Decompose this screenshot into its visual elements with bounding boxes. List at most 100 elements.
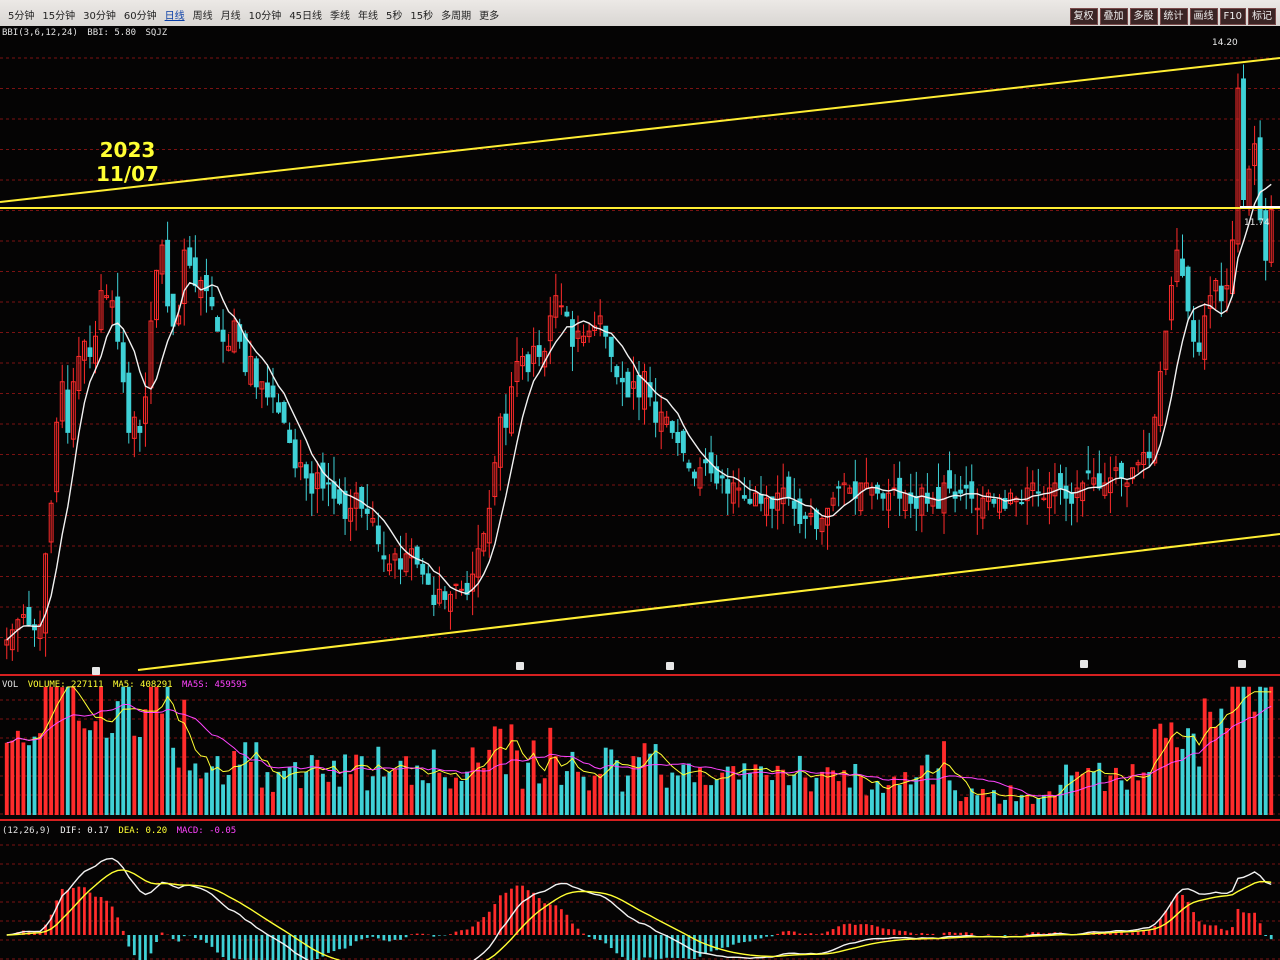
- macd-dea: DEA: 0.20: [118, 826, 168, 836]
- event-marker[interactable]: [1080, 660, 1088, 668]
- volume-bar: [271, 791, 275, 815]
- volume-bar: [503, 774, 508, 815]
- volume-bar: [725, 766, 730, 815]
- volume-bar: [897, 785, 902, 815]
- candle-body: [414, 546, 420, 565]
- volume-bar: [259, 787, 264, 815]
- candle-body: [758, 493, 764, 504]
- volume-bar: [387, 772, 392, 815]
- volume-bar: [1202, 698, 1207, 815]
- volume-bar: [820, 771, 824, 815]
- volume-bar: [1058, 784, 1063, 815]
- vol-volume: VOLUME: 227111: [27, 680, 104, 690]
- candle-body: [26, 607, 32, 626]
- candle-body: [791, 500, 797, 509]
- volume-bar: [4, 742, 9, 815]
- volume-bar: [221, 784, 226, 815]
- volume-bar: [637, 757, 641, 815]
- volume-bar: [1247, 686, 1251, 815]
- volume-bar: [165, 686, 170, 815]
- volume-bar: [1252, 711, 1257, 815]
- event-marker[interactable]: [1238, 660, 1246, 668]
- candle-body: [536, 345, 542, 357]
- volume-bar: [686, 763, 691, 815]
- volume-bar: [10, 740, 15, 815]
- volume-bar: [470, 747, 475, 815]
- volume-bar: [1025, 795, 1030, 815]
- candle-body: [420, 563, 426, 575]
- macd-legend: (12,26,9) DIF: 0.17 DEA: 0.20 MACD: -0.0…: [2, 826, 240, 836]
- volume-bar: [149, 686, 153, 815]
- candle-body: [897, 477, 903, 499]
- volume-bar: [892, 776, 897, 815]
- volume-bar: [991, 790, 996, 815]
- volume-bar: [620, 791, 625, 815]
- candle-body: [398, 558, 403, 570]
- volume-bar: [1119, 780, 1124, 815]
- volume-bar: [581, 776, 586, 815]
- candle-body: [165, 239, 171, 307]
- volume-bar: [27, 745, 31, 815]
- volume-bars: [4, 686, 1274, 815]
- volume-bar: [797, 755, 802, 815]
- volume-bar: [415, 765, 420, 815]
- volume-bar: [803, 777, 808, 815]
- volume-bar: [703, 784, 708, 815]
- volume-bar: [759, 766, 763, 815]
- volume-bar: [1175, 747, 1179, 815]
- volume-bar: [88, 730, 92, 815]
- volume-bar: [1136, 780, 1141, 815]
- volume-bar: [82, 728, 87, 815]
- volume-bar: [160, 713, 164, 815]
- volume-bar: [243, 742, 248, 815]
- volume-bar: [1019, 795, 1024, 815]
- volume-bar: [814, 777, 819, 815]
- volume-bar: [670, 772, 675, 815]
- volume-bar: [986, 797, 991, 815]
- volume-bar: [847, 787, 852, 815]
- volume-bar: [93, 721, 98, 815]
- volume-bar: [875, 781, 880, 815]
- volume-bar: [143, 709, 148, 815]
- volume-bar: [537, 783, 542, 815]
- volume-bar: [548, 727, 553, 815]
- volume-bar: [975, 795, 980, 815]
- bbi-extra: SQJZ: [145, 28, 168, 38]
- candle-body: [220, 329, 226, 342]
- candle-body: [747, 498, 753, 504]
- candle-body: [969, 481, 975, 499]
- volume-bar: [1091, 771, 1096, 815]
- candle-body: [503, 413, 509, 428]
- volume-bar: [631, 756, 636, 815]
- volume-bar: [332, 760, 336, 815]
- candle-body: [375, 525, 381, 545]
- volume-bar: [15, 730, 20, 815]
- volume-bar: [886, 785, 891, 815]
- volume-bar: [1197, 766, 1202, 815]
- volume-bar: [71, 686, 76, 815]
- volume-bar: [1141, 772, 1146, 815]
- vol-name: VOL: [2, 680, 19, 690]
- event-marker[interactable]: [516, 662, 524, 670]
- volume-bar: [614, 760, 619, 815]
- candle-body: [431, 594, 437, 606]
- candle-body: [209, 296, 215, 307]
- volume-bar: [115, 701, 120, 815]
- candle-body: [680, 430, 686, 454]
- candle-body: [608, 336, 614, 357]
- candle-body: [1180, 258, 1185, 276]
- volume-bar: [1224, 727, 1229, 815]
- event-marker[interactable]: [92, 667, 100, 675]
- volume-bar: [32, 736, 37, 815]
- volume-bar: [232, 751, 237, 815]
- candle-body: [686, 462, 692, 469]
- macd-value: MACD: -0.05: [176, 826, 237, 836]
- macd-dif: DIF: 0.17: [60, 826, 109, 836]
- volume-bar: [642, 743, 647, 815]
- volume-bar: [542, 778, 547, 815]
- volume-bar: [198, 778, 203, 815]
- kline-chart[interactable]: [0, 0, 1280, 960]
- event-marker[interactable]: [666, 662, 674, 670]
- volume-bar: [714, 779, 719, 815]
- candle-body: [525, 354, 531, 373]
